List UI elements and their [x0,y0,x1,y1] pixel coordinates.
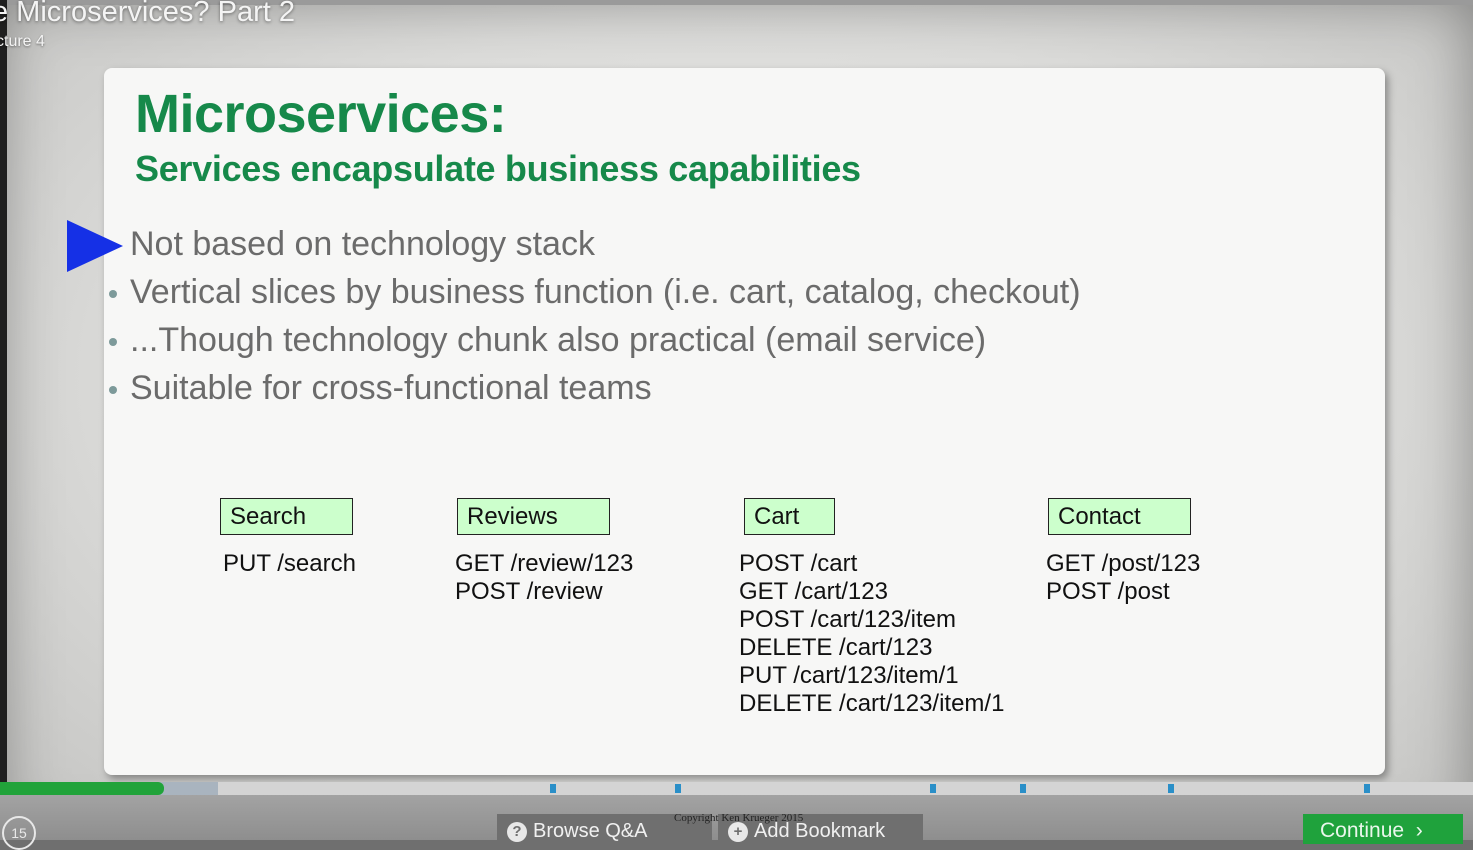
bullet-text: Not based on technology stack [130,225,595,263]
endpoint-list: POST /cart GET /cart/123 POST /cart/123/… [739,550,1004,718]
endpoint: GET /review/123 [455,550,634,577]
continue-label: Continue [1320,819,1405,842]
endpoint: PUT /search [223,550,356,577]
bullet-item: Not based on technology stack [109,222,1081,270]
video-frame: e Microservices? Part 2 cture 4 Microser… [0,0,1473,840]
endpoint-list: PUT /search [223,550,356,578]
video-subtitle: cture 4 [0,33,45,50]
endpoint: GET /post/123 [1046,550,1201,577]
bullet-dot-icon [109,338,117,346]
chevron-right-icon: › [1409,819,1423,842]
endpoint: POST /cart [739,550,858,577]
endpoint: DELETE /cart/123/item/1 [739,690,1005,717]
slide-subtitle: Services encapsulate business capabiliti… [135,148,861,189]
bullet-text: Vertical slices by business function (i.… [130,273,1081,311]
chapter-marker[interactable] [550,784,556,793]
bullet-item: ...Though technology chunk also practica… [109,318,1081,366]
endpoint-list: GET /review/123 POST /review [455,550,633,606]
endpoint: POST /cart/123/item [739,606,956,633]
service-box: Contact [1048,498,1191,535]
chapter-marker[interactable] [1364,784,1370,793]
browse-qa-label: Browse Q&A [533,820,648,842]
left-edge [0,0,7,840]
bullet-list: Not based on technology stack Vertical s… [109,222,1081,414]
service-box: Reviews [457,498,610,535]
question-icon: ? [507,822,527,842]
replay-label: 15 [11,825,27,841]
slide-copyright: Copyright Ken Krueger 2015 [674,812,804,824]
replay-15-button[interactable]: 15 [2,816,36,850]
endpoint: POST /review [455,578,603,605]
bookmark-icon: + [728,822,748,842]
endpoint: POST /post [1046,578,1170,605]
bullet-item: Suitable for cross-functional teams [109,366,1081,414]
endpoint: DELETE /cart/123 [739,634,933,661]
service-box: Cart [744,498,835,535]
chapter-marker[interactable] [675,784,681,793]
slide-title: Microservices: [135,84,507,144]
service-box: Search [220,498,353,535]
video-title: e Microservices? Part 2 [0,0,295,28]
chapter-marker[interactable] [1020,784,1026,793]
bullet-dot-icon [109,386,117,394]
bullet-dot-icon [109,290,117,298]
bullet-item: Vertical slices by business function (i.… [109,270,1081,318]
bullet-text: ...Though technology chunk also practica… [130,321,987,359]
endpoint: GET /cart/123 [739,578,888,605]
chapter-marker[interactable] [930,784,936,793]
progress-played [0,782,164,795]
bullet-text: Suitable for cross-functional teams [130,369,652,407]
endpoint-list: GET /post/123 POST /post [1046,550,1200,606]
pointer-arrow-icon [67,220,123,272]
slide: Microservices: Services encapsulate busi… [104,68,1385,775]
progress-bar[interactable] [0,782,1473,795]
endpoint: PUT /cart/123/item/1 [739,662,959,689]
chapter-marker[interactable] [1168,784,1174,793]
